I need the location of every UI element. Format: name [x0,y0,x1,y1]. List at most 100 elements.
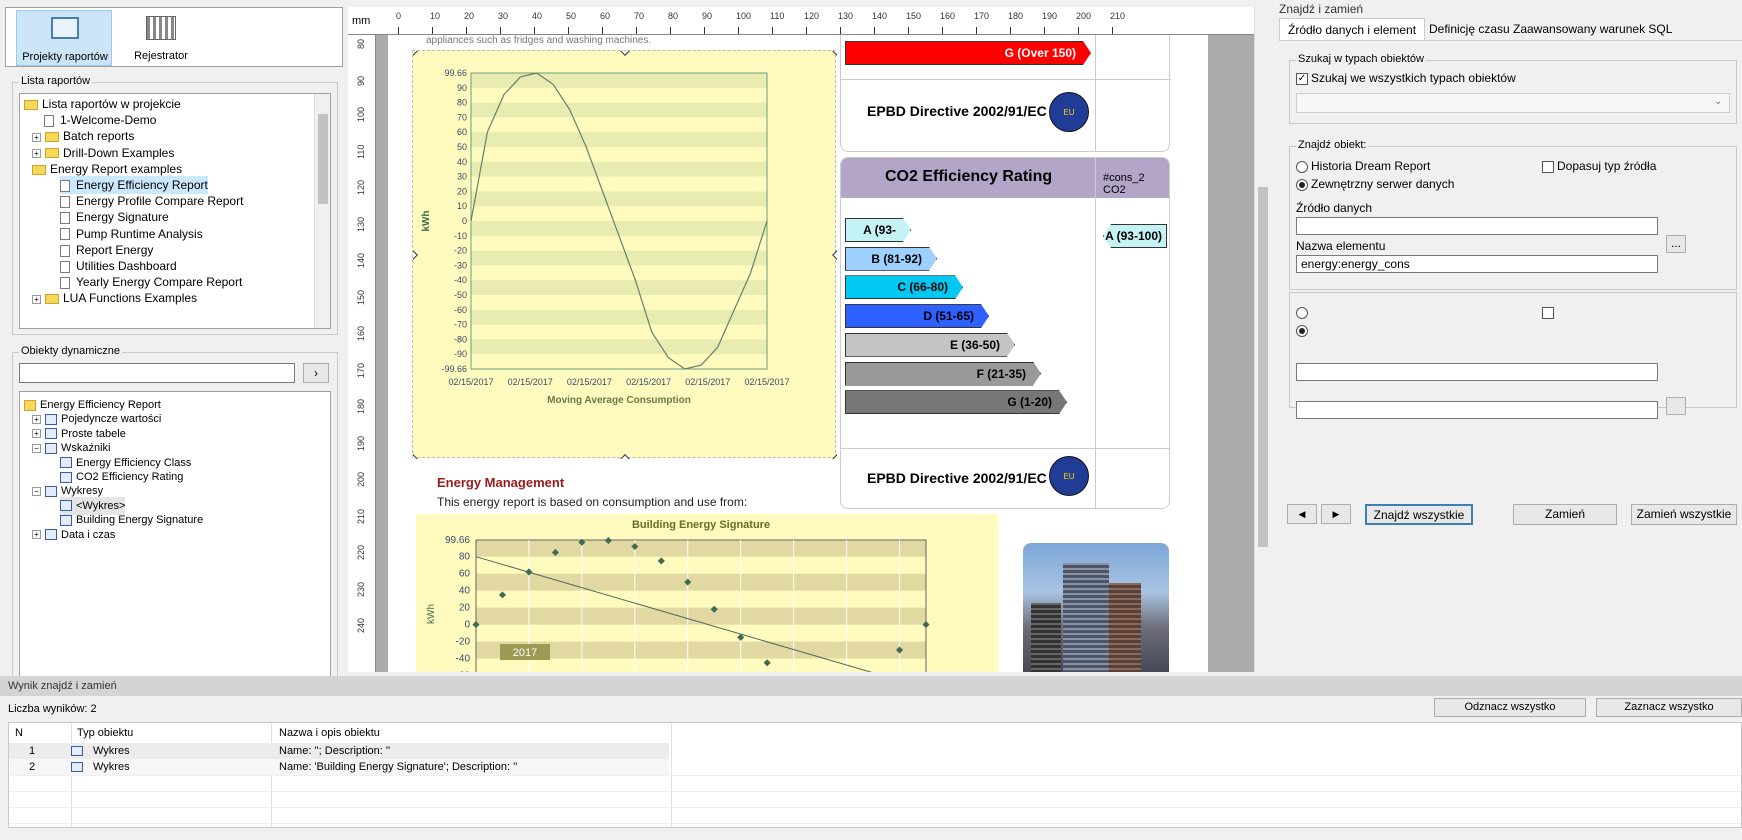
expand-icon[interactable]: − [32,443,41,453]
expand-icon[interactable]: + [32,294,41,304]
find-opt-history[interactable]: Historia Dream Report [1296,159,1430,173]
designer-scrollbar[interactable] [1254,7,1270,672]
tab-source-element[interactable]: Źródło danych i element [1279,18,1426,40]
search-all-types-checkbox[interactable]: ✓ Szukaj we wszystkich typach obiektów [1296,71,1516,85]
expand-icon[interactable]: + [32,414,41,424]
find-all-button[interactable]: Znajdź wszystkie [1365,504,1473,525]
col-type-header[interactable]: Typ obiektu [77,727,133,739]
expand-icon[interactable]: + [32,429,41,439]
col-n-header[interactable]: N [15,727,23,739]
expand-icon[interactable]: + [32,530,41,540]
document-icon [60,212,70,225]
report-tree[interactable]: Lista raportów w projekcie 1-Welcome-Demo… [19,93,331,329]
dynamic-tree[interactable]: Energy Efficiency Report + Pojedyncze wart… [19,391,331,685]
row-divider [9,823,1741,824]
find-element-input[interactable]: energy:energy_cons [1296,255,1658,273]
dynamic-search-button[interactable]: › [303,363,329,383]
dynamic-tree-item[interactable]: + Data i czas [32,526,115,544]
check-all-button[interactable]: Zaznacz wszystko [1596,698,1742,717]
report-tree-label: Utilities Dashboard [76,259,177,273]
grid-band [471,309,767,325]
expand-icon[interactable]: + [32,148,41,158]
cons2-field: #cons_2 CO2 [1103,172,1145,196]
line-chart-container[interactable]: 99.66 90 80 70 60 50 40 30 20 10 0 -10 -20 -30 -40 -50 -… [408,46,842,464]
y-tick-label: -10 [454,231,467,241]
swap-source-checkbox[interactable] [1542,305,1557,319]
replace-browse-button[interactable] [1666,397,1686,415]
ruler-tick: 180 [1008,11,1024,21]
row-number: 1 [29,745,36,757]
recorder-button[interactable]: Rejestrator [116,10,206,66]
designer-scroll-thumb[interactable] [1258,187,1268,547]
next-button[interactable]: ▶ [1321,504,1351,524]
ruler-tick-mark [534,27,535,34]
ruler-unit: mm [352,15,371,27]
table-row[interactable]: 1 Wykres Name: ''; Description: '' [9,743,669,759]
find-browse-button[interactable]: ... [1666,235,1686,253]
y-tick-label: 0 [464,620,470,631]
recorder-label: Rejestrator [134,50,188,62]
ruler-tick: 120 [804,11,820,21]
find-opt-external[interactable]: Zewnętrzny serwer danych [1296,177,1454,191]
ruler-tick-mark [942,27,943,34]
results-table[interactable]: N Typ obiektu Nazwa i opis obiektu 1 Wykr… [8,722,1742,840]
resize-handle[interactable] [408,454,418,464]
expand-icon[interactable]: + [32,132,41,142]
report-tree-label: 1-Welcome-Demo [60,113,157,128]
energy-management-text: This energy report is based on consumpti… [437,495,748,509]
report-tree-label: Batch reports [63,129,135,144]
resize-handle[interactable] [620,46,630,56]
recorder-icon [146,16,176,40]
scroll-thumb[interactable] [318,114,328,204]
ruler-tick: 100 [736,11,752,21]
chart-icon [60,514,72,526]
epbd-label-2: EPBD Directive 2002/91/EC [867,470,1047,486]
folder-icon [24,99,38,110]
grid-band [471,73,767,88]
resize-handle[interactable] [620,454,630,464]
x-tick-label: 02/15/2017 [685,377,730,387]
tab-sql-condition[interactable]: Zaawansowany warunek SQL [1505,18,1680,40]
projects-button[interactable]: Projekty raportów [16,10,112,66]
tab-time-definition[interactable]: Definicję czasu [1421,18,1518,40]
search-types-title: Szukaj w typach obiektów [1296,53,1426,65]
scatter-chart-container[interactable]: Building Energy Signature 99.66 80 60 40 20 0 -… [416,514,998,672]
resize-handle[interactable] [832,46,842,56]
resize-handle[interactable] [408,46,418,56]
replace-opt-history[interactable] [1296,305,1311,319]
ruler-tick: 20 [464,11,475,21]
y-tick-label: 99.66 [444,68,467,78]
replace-opt-external[interactable] [1296,323,1311,337]
report-tree-item[interactable]: + LUA Functions Examples [32,289,197,307]
dynamic-search-input[interactable] [19,363,295,383]
replace-button[interactable]: Zamień [1513,504,1617,525]
previous-button[interactable]: ◀ [1287,504,1317,524]
co2-rating-box: CO2 Efficiency Rating #cons_2 CO2 A (93-… [840,157,1170,509]
grid-band [471,161,767,177]
grid-band [476,540,926,557]
col-name-header[interactable]: Nazwa i opis obiektu [279,727,380,739]
find-source-input[interactable] [1296,217,1658,235]
replace-all-button[interactable]: Zamień wszystkie [1631,504,1737,525]
chart-title: Building Energy Signature [632,519,770,531]
resize-handle[interactable] [832,454,842,464]
gauge-icon [60,457,72,469]
match-source-checkbox[interactable]: Dopasuj typ źródła [1542,159,1656,173]
rating-g-over150: G (Over 150) [845,41,1091,65]
chevron-down-icon: ⌄ [1714,96,1723,107]
y-tick-label: 60 [457,127,467,137]
resize-handle[interactable] [408,250,418,260]
y-tick-label: 0 [462,216,467,226]
search-all-label: Szukaj we wszystkich typach obiektów [1311,71,1516,85]
report-designer[interactable]: mm 0 10 20 30 40 50 60 70 80 90 100 110 120 130 140 150… [348,7,1268,672]
replace-element-input[interactable] [1296,401,1658,419]
expand-icon[interactable]: − [32,486,41,496]
report-tree-scrollbar[interactable] [314,94,330,328]
object-type-combo[interactable] [1296,93,1730,113]
uncheck-all-button[interactable]: Odznacz wszystko [1434,698,1586,717]
ruler-tick: 30 [498,11,509,21]
table-row[interactable]: 2 Wykres Name: 'Building Energy Signature'… [9,759,669,775]
replace-source-input[interactable] [1296,363,1658,381]
row-divider [9,791,1741,792]
resize-handle[interactable] [832,250,842,260]
